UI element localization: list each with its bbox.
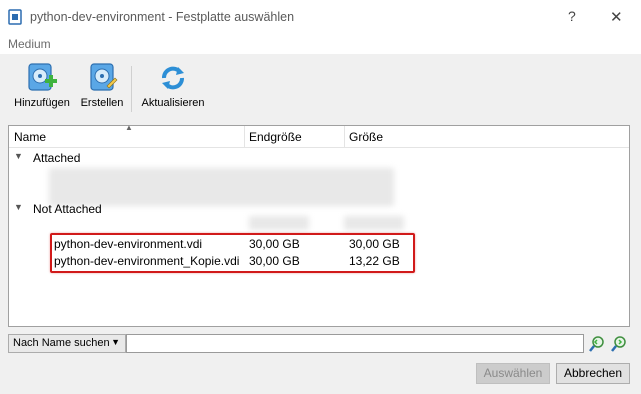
- expand-chevron-icon[interactable]: ▼: [14, 151, 23, 161]
- search-mode-select[interactable]: Nach Name suchen ▼: [8, 334, 126, 353]
- add-disk-icon: [28, 63, 57, 91]
- toolbar: Hinzufügen Erstellen Aktualisieren: [0, 54, 641, 122]
- create-button[interactable]: Erstellen: [78, 62, 126, 109]
- search-input[interactable]: [126, 334, 584, 353]
- column-name[interactable]: Name: [14, 130, 46, 144]
- refresh-button-label: Aktualisieren: [141, 97, 205, 109]
- cancel-button[interactable]: Abbrechen: [556, 363, 630, 384]
- help-button[interactable]: ?: [568, 8, 576, 24]
- add-button[interactable]: Hinzufügen: [12, 62, 72, 109]
- highlight-box: [50, 233, 415, 273]
- search-previous-icon[interactable]: [588, 335, 606, 353]
- group-attached[interactable]: ▼ Attached: [9, 149, 629, 167]
- redacted-region: [344, 216, 404, 230]
- tree-header: ▲ Name Endgröße Größe: [9, 123, 629, 148]
- create-disk-icon: [90, 63, 118, 91]
- virtualbox-app-icon: [8, 9, 22, 25]
- group-label: Not Attached: [33, 202, 102, 216]
- group-not-attached[interactable]: ▼ Not Attached: [9, 200, 629, 218]
- search-mode-label: Nach Name suchen: [13, 337, 110, 349]
- title-bar: python-dev-environment - Festplatte ausw…: [0, 0, 641, 34]
- select-button[interactable]: Auswählen: [476, 363, 550, 384]
- expand-chevron-icon[interactable]: ▼: [14, 202, 23, 212]
- menu-medium[interactable]: Medium: [8, 37, 51, 51]
- menu-bar: Medium: [0, 34, 641, 54]
- column-actual-size[interactable]: Größe: [349, 130, 383, 144]
- create-button-label: Erstellen: [80, 97, 124, 109]
- sort-indicator-icon: ▲: [125, 123, 133, 132]
- dropdown-arrow-icon: ▼: [111, 337, 120, 347]
- close-button[interactable]: ✕: [610, 8, 623, 26]
- redacted-region: [249, 216, 309, 230]
- column-virtual-size[interactable]: Endgröße: [249, 130, 302, 144]
- group-label: Attached: [33, 151, 81, 165]
- disk-tree[interactable]: ▲ Name Endgröße Größe ▼ Attached ▼ Not A…: [8, 123, 630, 327]
- column-divider[interactable]: [344, 126, 345, 147]
- search-next-icon[interactable]: [611, 335, 629, 353]
- refresh-button[interactable]: Aktualisieren: [140, 62, 206, 109]
- column-divider[interactable]: [244, 126, 245, 147]
- add-button-label: Hinzufügen: [14, 97, 70, 109]
- window-title: python-dev-environment - Festplatte ausw…: [30, 10, 295, 24]
- refresh-icon: [162, 66, 184, 90]
- toolbar-separator: [131, 66, 132, 112]
